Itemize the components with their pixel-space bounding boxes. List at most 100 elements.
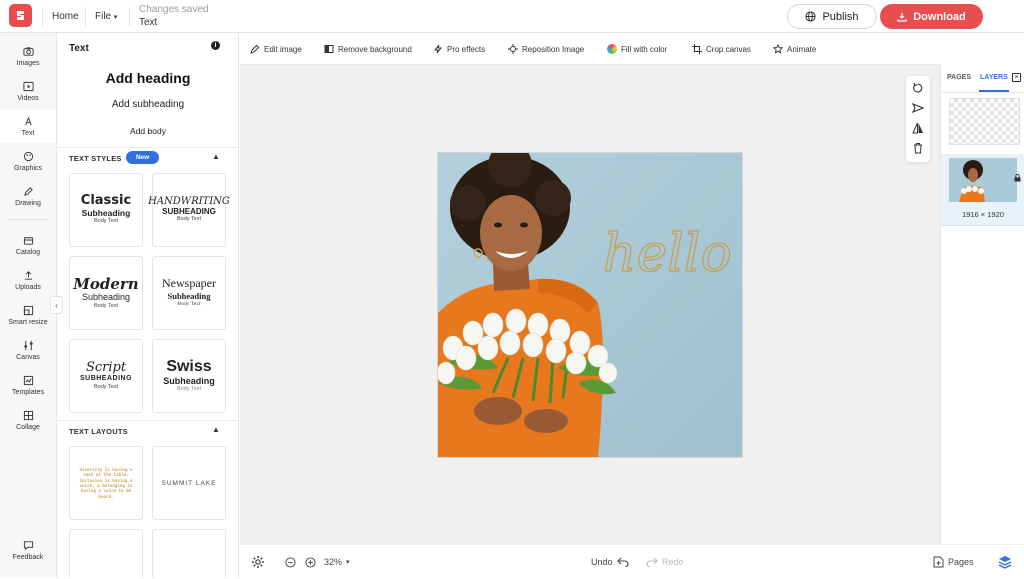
rotate-icon[interactable] (912, 82, 924, 94)
redo-label: Redo (662, 557, 684, 567)
woman-with-tulips-photo: hello (438, 153, 742, 457)
tool-label: Reposition Image (522, 44, 585, 54)
style-subheading: Subheading (81, 208, 131, 219)
style-body: Body Text (93, 302, 119, 309)
undo-label: Undo (591, 557, 613, 567)
tool-fill-with-color[interactable]: Fill with color (607, 33, 667, 65)
nav-item-drawing[interactable]: Drawing (0, 179, 56, 213)
layer-thumbnail-transparent[interactable] (949, 98, 1020, 145)
tab-layers[interactable]: LAYERS (980, 74, 1008, 81)
text-layout-card[interactable]: diversity is having a seat at the table.… (69, 446, 143, 520)
nav-item-feedback[interactable]: Feedback (0, 533, 56, 567)
layers-toggle-button[interactable] (998, 545, 1012, 579)
publish-label: Publish (822, 10, 859, 23)
send-icon[interactable] (912, 102, 924, 114)
new-badge: New (126, 151, 159, 164)
style-subheading: SUBHEADING (79, 375, 133, 383)
add-subheading-button[interactable]: Add subheading (57, 99, 238, 110)
pen-icon (23, 186, 33, 196)
text-style-classic[interactable]: Classic Subheading Body Text (69, 173, 143, 247)
edit-image-icon (250, 44, 260, 54)
tool-pro-effects[interactable]: Pro effects (433, 33, 485, 65)
nav-item-text[interactable]: Text (0, 109, 56, 143)
layer-item-image[interactable]: 1916 × 1920 (941, 154, 1024, 226)
chevron-up-icon[interactable]: ▲ (212, 152, 220, 161)
nav-item-smart-resize[interactable]: Smart resize (0, 298, 56, 332)
settings-button[interactable] (251, 545, 265, 579)
nav-label: Videos (17, 94, 39, 102)
tab-pages[interactable]: PAGES (947, 74, 971, 81)
style-heading: Script (85, 359, 127, 375)
flip-icon[interactable] (912, 122, 924, 134)
zoom-level: 32% (324, 557, 343, 567)
zoom-dropdown[interactable]: 32% ▾ (324, 545, 350, 579)
text-panel: Text i Add heading Add subheading Add bo… (57, 33, 239, 578)
text-style-swiss[interactable]: Swiss Subheading Body Text (152, 339, 226, 413)
info-icon[interactable]: i (211, 41, 220, 50)
text-style-modern[interactable]: Modern Subheading Body Text (69, 256, 143, 330)
tool-label: Edit image (264, 44, 302, 54)
tool-label: Pro effects (447, 44, 486, 54)
tool-label: Crop canvas (706, 44, 751, 54)
tool-reposition-image[interactable]: Reposition Image (508, 33, 584, 65)
text-layout-card[interactable]: SUMMIT LAKE (152, 446, 226, 520)
tool-crop-canvas[interactable]: Crop canvas (692, 33, 751, 65)
zoom-out-button[interactable] (285, 545, 296, 579)
home-link[interactable]: Home (52, 11, 79, 22)
pages-button[interactable]: Pages (933, 545, 974, 579)
download-button[interactable]: Download (880, 4, 983, 29)
templates-icon (23, 375, 33, 385)
collapse-panel-button[interactable]: ‹ (50, 296, 63, 314)
nav-item-catalog[interactable]: Catalog (0, 228, 56, 262)
download-label: Download (913, 10, 966, 23)
tool-remove-background[interactable]: Remove background (324, 33, 412, 65)
nav-item-images[interactable]: Images (0, 39, 56, 73)
nav-item-templates[interactable]: Templates (0, 368, 56, 402)
undo-icon (616, 557, 628, 567)
nav-item-videos[interactable]: Videos (0, 74, 56, 108)
text-layout-card[interactable] (69, 529, 143, 578)
hello-overlay-text[interactable]: hello (602, 223, 732, 284)
file-menu[interactable]: File ▾ (95, 11, 117, 22)
nav-item-canvas[interactable]: Canvas (0, 333, 56, 367)
text-layout-card[interactable] (152, 529, 226, 578)
design-image[interactable]: hello (437, 152, 743, 458)
bottom-bar: 32% ▾ Undo Redo Pages (240, 544, 1024, 578)
text-style-newspaper[interactable]: Newspaper Subheading Body Text (152, 256, 226, 330)
app-logo[interactable] (9, 4, 32, 27)
redo-button[interactable]: Redo (646, 545, 684, 579)
nav-label: Graphics (13, 164, 42, 172)
style-subheading: Subheading (81, 292, 131, 302)
undo-button[interactable]: Undo (591, 545, 629, 579)
resize-icon (23, 305, 33, 315)
tool-label: Animate (787, 44, 817, 54)
tool-animate[interactable]: Animate (773, 33, 816, 65)
tool-edit-image[interactable]: Edit image (250, 33, 302, 65)
canvas-area[interactable]: hello (240, 65, 940, 544)
text-style-handwriting[interactable]: HANDWRITING SUBHEADING Body Text (148, 173, 230, 247)
document-title[interactable]: Text (139, 17, 157, 28)
add-heading-button[interactable]: Add heading (57, 70, 238, 86)
nav-item-collage[interactable]: Collage (0, 403, 56, 437)
zoom-in-button[interactable] (305, 545, 316, 579)
style-body: Body Text (93, 383, 119, 390)
text-style-script[interactable]: Script SUBHEADING Body Text (69, 339, 143, 413)
chevron-up-icon[interactable]: ▲ (212, 425, 220, 434)
section-divider (57, 147, 238, 148)
panel-title: Text (69, 43, 89, 54)
chevron-down-icon: ▾ (113, 14, 118, 21)
top-bar: Home File ▾ Changes saved Text Publish D… (0, 0, 1024, 33)
crop-icon (692, 44, 702, 54)
style-body: Body Text (177, 300, 201, 307)
trash-icon[interactable] (912, 142, 924, 154)
nav-item-uploads[interactable]: Uploads (0, 263, 56, 297)
nav-item-graphics[interactable]: Graphics (0, 144, 56, 178)
add-body-button[interactable]: Add body (57, 126, 238, 136)
publish-button[interactable]: Publish (787, 4, 877, 29)
video-icon (22, 81, 34, 91)
style-body: Body Text (93, 218, 119, 225)
upload-icon (24, 270, 32, 280)
style-subheading: SUBHEADING (162, 206, 216, 216)
lock-icon[interactable] (1014, 174, 1021, 182)
close-panel-icon[interactable]: × (1012, 73, 1021, 82)
